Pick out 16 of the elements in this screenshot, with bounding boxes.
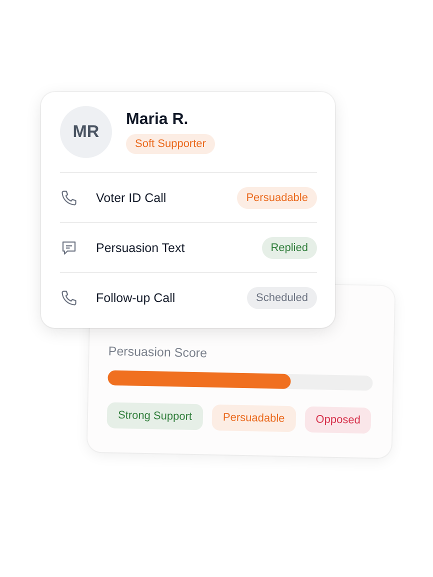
status-tag: Replied xyxy=(262,236,317,258)
legend-tag: Persuadable xyxy=(212,404,296,432)
supporter-tag: Soft Supporter xyxy=(126,134,215,154)
activity-label: Voter ID Call xyxy=(96,190,168,204)
status-tag: Persuadable xyxy=(237,186,317,208)
contact-name: Maria R. xyxy=(126,110,190,128)
activity-label: Persuasion Text xyxy=(96,240,186,254)
status-tag: Scheduled xyxy=(247,286,317,308)
activity-label: Follow-up Call xyxy=(96,290,176,304)
message-icon xyxy=(60,238,78,256)
legend-tag: Opposed xyxy=(304,406,372,434)
score-title: Persuasion Score xyxy=(108,344,208,362)
avatar: MR xyxy=(60,106,112,158)
legend-tag: Strong Support xyxy=(106,402,204,430)
phone-icon xyxy=(60,288,78,306)
phone-icon xyxy=(60,188,78,206)
